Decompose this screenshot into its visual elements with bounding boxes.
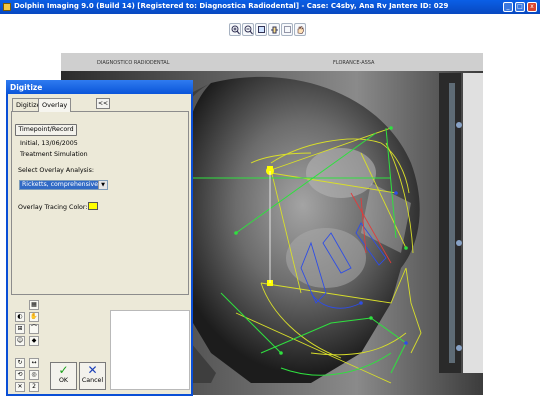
curve-tool-icon[interactable]: ⌒ xyxy=(29,324,39,334)
overlay-color-swatch[interactable] xyxy=(88,202,98,210)
grid-tool-icon[interactable]: ▦ xyxy=(29,300,39,310)
overlay-analysis-select[interactable]: Ricketts, comprehensive ▼ xyxy=(19,180,108,190)
digitize-tool-palette: ▦ ◐ ✋ ⊞ ⌒ ☺ ◆ ↻ ↔ ⟲ ◎ ✕ 2 xyxy=(11,300,41,392)
close-button[interactable]: x xyxy=(527,2,537,12)
overlay-panel: Timepoint/Record Initial, 13/06/2005 Tre… xyxy=(11,111,189,295)
app-icon xyxy=(3,3,11,11)
measure-tool-icon[interactable]: ⊞ xyxy=(15,324,25,334)
overlay-analysis-value: Ricketts, comprehensive xyxy=(22,181,99,188)
cancel-button-label: Cancel xyxy=(81,377,104,384)
timepoint-initial: Initial, 13/06/2005 xyxy=(20,140,78,147)
move-tool-icon[interactable]: ↔ xyxy=(29,358,39,368)
viewer-margin-right xyxy=(483,53,540,395)
timepoint-record-button[interactable]: Timepoint/Record xyxy=(15,124,77,136)
preview-area xyxy=(110,310,190,390)
collapse-button[interactable]: << xyxy=(96,98,110,109)
hand-icon[interactable] xyxy=(294,23,306,36)
xray-header-left: DIAGNOSTICO RADIODENTAL xyxy=(97,60,170,66)
window-controls: _ □ x xyxy=(503,2,537,12)
top-spacer xyxy=(0,39,540,53)
overlay-color-label: Overlay Tracing Color: xyxy=(18,204,88,211)
xray-header-right: FLORANCE-ASSA xyxy=(333,60,375,66)
fit-icon[interactable] xyxy=(255,23,267,36)
window-title: Dolphin Imaging 9.0 (Build 14) [Register… xyxy=(14,2,449,10)
minimize-button[interactable]: _ xyxy=(503,2,513,12)
select-region-icon[interactable] xyxy=(281,23,293,36)
fit-width-icon[interactable] xyxy=(268,23,280,36)
zoom-toolbar xyxy=(229,23,306,36)
x-icon: ✕ xyxy=(87,363,98,377)
erase-tool-icon[interactable]: ✕ xyxy=(15,382,25,392)
checkmark-icon: ✓ xyxy=(58,363,69,377)
timepoint-simulation: Treatment Simulation xyxy=(20,151,88,158)
digitize-dialog: Digitize Digitize Overlay << Timepoint/R… xyxy=(6,80,193,396)
maximize-button[interactable]: □ xyxy=(515,2,525,12)
cancel-button[interactable]: ✕ Cancel xyxy=(79,362,106,390)
refresh-icon[interactable]: ↻ xyxy=(15,358,25,368)
select-overlay-label: Select Overlay Analysis: xyxy=(18,167,94,174)
zoom-in-icon[interactable] xyxy=(229,23,241,36)
rotate-tool-icon[interactable]: ⟲ xyxy=(15,370,25,380)
digitize-dialog-title: Digitize xyxy=(6,80,193,94)
target-tool-icon[interactable]: ◎ xyxy=(29,370,39,380)
ok-button-label: OK xyxy=(58,377,69,384)
app-title-bar: Dolphin Imaging 9.0 (Build 14) [Register… xyxy=(0,0,540,14)
zoom-out-icon[interactable] xyxy=(242,23,254,36)
landmark-tool-icon[interactable]: ◐ xyxy=(15,312,25,322)
counter-badge: 2 xyxy=(29,382,39,392)
tab-overlay[interactable]: Overlay xyxy=(38,98,72,112)
hand-tool-icon[interactable]: ✋ xyxy=(29,312,39,322)
profile-tool-icon[interactable]: ☺ xyxy=(15,336,25,346)
ok-button[interactable]: ✓ OK xyxy=(50,362,77,390)
viewer-margin-bottom xyxy=(61,395,483,412)
color-tool-icon[interactable]: ◆ xyxy=(29,336,39,346)
chevron-down-icon[interactable]: ▼ xyxy=(98,181,107,189)
